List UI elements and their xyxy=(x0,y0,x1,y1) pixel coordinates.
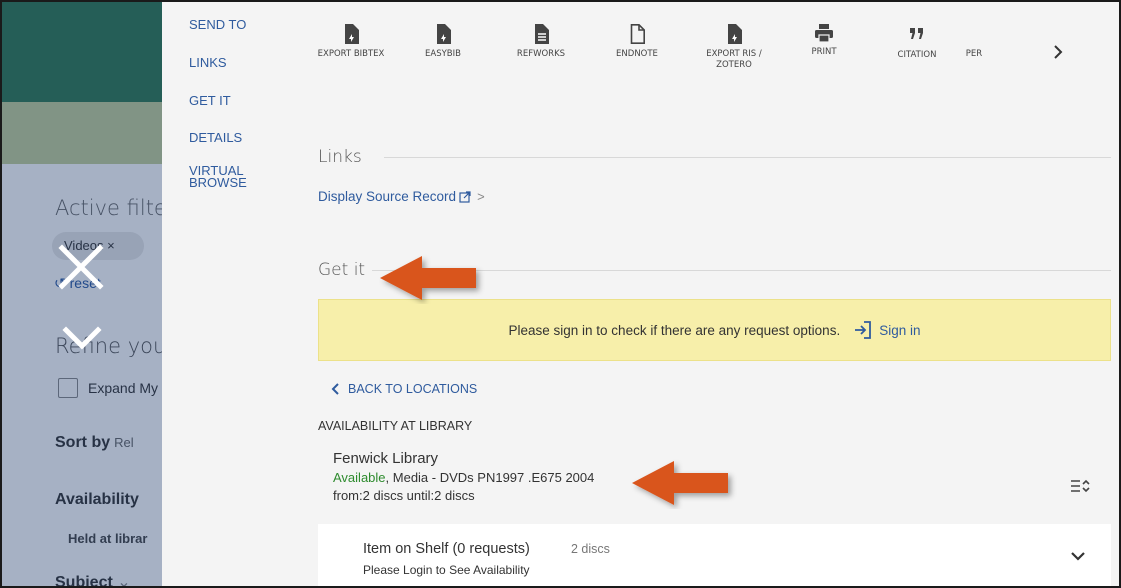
back-to-locations-link[interactable]: BACK TO LOCATIONS xyxy=(331,382,477,396)
links-section-title: Links xyxy=(318,147,362,167)
item-note: Please Login to See Availability xyxy=(363,563,530,577)
chevron-right-icon[interactable] xyxy=(1048,42,1068,62)
external-link-icon xyxy=(459,190,471,203)
refworks-button[interactable]: REFWORKS xyxy=(496,24,586,60)
tool-label: REFWORKS xyxy=(516,49,566,59)
sign-in-banner: Please sign in to check if there are any… xyxy=(318,299,1111,361)
export-bibtex-icon xyxy=(345,24,359,44)
send-to-toolbar: EXPORT BIBTEX EASYBIB REFWORKS ENDNOTE E… xyxy=(276,24,1119,94)
status-badge: Available xyxy=(333,470,386,485)
permalink-button[interactable]: PER xyxy=(944,24,1004,60)
chevron-down-icon[interactable] xyxy=(1070,550,1086,562)
print-button[interactable]: PRINT xyxy=(779,24,869,58)
source-link-label: Display Source Record xyxy=(318,189,457,204)
sign-in-banner-text: Please sign in to check if there are any… xyxy=(508,322,841,338)
tool-label: PER xyxy=(965,49,983,59)
getit-section-title: Get it xyxy=(318,260,366,280)
divider xyxy=(384,157,1111,158)
expand-collapse-icon[interactable] xyxy=(1069,476,1091,496)
item-count: 2 discs xyxy=(571,542,610,556)
refworks-icon xyxy=(535,24,549,44)
availability-heading: AVAILABILITY AT LIBRARY xyxy=(318,419,473,433)
item-row[interactable]: Item on Shelf (0 requests) 2 discs Pleas… xyxy=(318,524,1111,586)
easybib-icon xyxy=(437,24,451,44)
close-icon[interactable] xyxy=(58,244,104,290)
endnote-button[interactable]: ENDNOTE xyxy=(592,24,682,60)
nav-get-it[interactable]: GET IT xyxy=(189,94,231,107)
print-icon xyxy=(815,24,833,42)
easybib-button[interactable]: EASYBIB xyxy=(398,24,488,60)
tool-label: EASYBIB xyxy=(425,49,461,59)
chevron-left-icon xyxy=(331,383,339,395)
item-title: Item on Shelf (0 requests) xyxy=(363,541,530,557)
annotation-arrow xyxy=(380,256,476,300)
back-to-locations-label: BACK TO LOCATIONS xyxy=(348,382,478,396)
screenshot-frame: Active filte Videos × ↺ reset Refine you… xyxy=(0,0,1121,588)
location-text: , Media - DVDs PN1997 .E675 2004 xyxy=(385,470,595,485)
export-ris-icon xyxy=(728,24,742,44)
tool-label: ENDNOTE xyxy=(616,49,658,59)
tool-label: PRINT xyxy=(811,47,837,57)
sign-in-label: Sign in xyxy=(879,322,921,338)
export-ris-button[interactable]: EXPORT RIS / ZOTERO xyxy=(689,24,779,71)
nav-send-to[interactable]: SEND TO xyxy=(189,18,246,31)
results-page-background: Active filte Videos × ↺ reset Refine you… xyxy=(2,2,162,586)
endnote-icon xyxy=(630,24,645,44)
export-bibtex-button[interactable]: EXPORT BIBTEX xyxy=(306,24,396,60)
nav-links[interactable]: LINKS xyxy=(189,56,227,69)
citation-icon xyxy=(910,28,923,39)
modal-overlay xyxy=(2,2,162,586)
section-nav: SEND TO LINKS GET IT DETAILS VIRTUAL BRO… xyxy=(162,2,276,586)
annotation-arrow xyxy=(632,461,728,505)
chevron-down-icon[interactable] xyxy=(62,324,102,354)
permalink-icon xyxy=(944,24,1004,44)
chevron-right-icon: > xyxy=(477,189,485,204)
display-source-record-link[interactable]: Display Source Record > xyxy=(318,189,485,204)
sign-in-link[interactable]: Sign in xyxy=(854,321,920,339)
nav-details[interactable]: DETAILS xyxy=(189,131,242,144)
nav-virtual-browse[interactable]: VIRTUAL BROWSE xyxy=(189,164,259,189)
sign-in-icon xyxy=(855,321,872,339)
tool-label: EXPORT BIBTEX xyxy=(317,49,385,59)
tool-label: EXPORT RIS / ZOTERO xyxy=(706,49,762,70)
record-detail-panel: EXPORT BIBTEX EASYBIB REFWORKS ENDNOTE E… xyxy=(276,2,1119,586)
